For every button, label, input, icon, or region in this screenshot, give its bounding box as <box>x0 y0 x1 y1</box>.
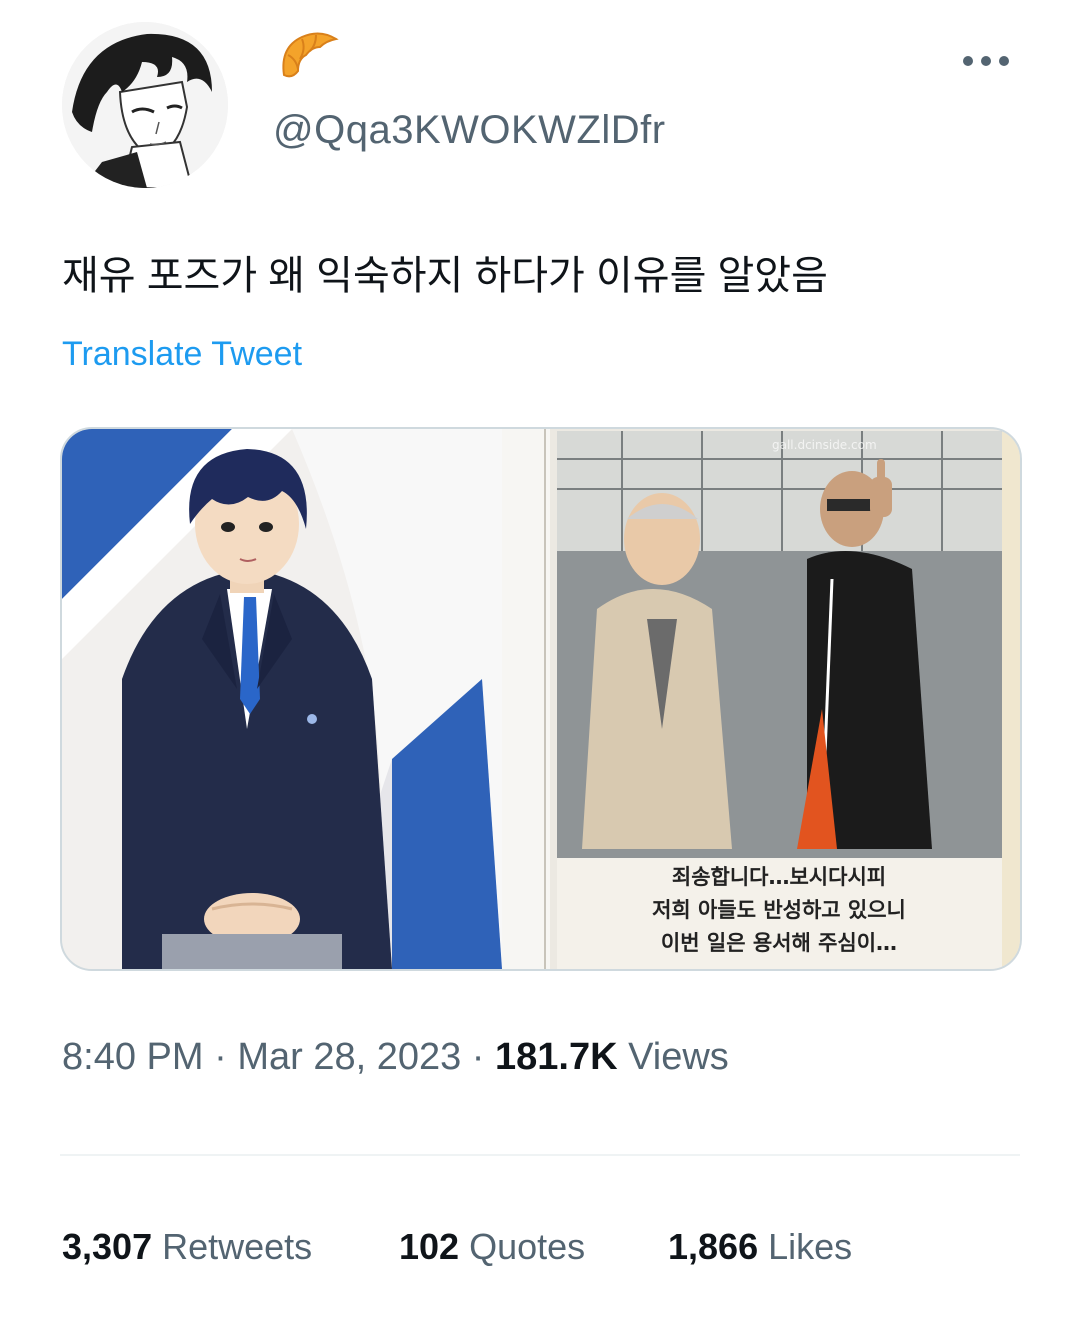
more-dot-icon <box>999 56 1009 66</box>
avatar[interactable] <box>62 22 228 188</box>
tweet-time[interactable]: 8:40 PM <box>62 1036 204 1078</box>
tweet-meta: 8:40 PM · Mar 28, 2023 · 181.7K Views <box>62 1036 729 1079</box>
media-caption: 죄송합니다…보시다시피 저희 아들도 반성하고 있으니 이번 일은 용서해 주심… <box>559 861 999 960</box>
tweet-date[interactable]: Mar 28, 2023 <box>237 1036 461 1078</box>
retweets-count: 3,307 <box>62 1226 153 1267</box>
more-options-button[interactable] <box>956 44 1016 78</box>
meta-separator: · <box>471 1036 485 1078</box>
caption-line: 이번 일은 용서해 주심이… <box>660 931 898 955</box>
views-count: 181.7K <box>495 1036 618 1078</box>
more-dot-icon <box>963 56 973 66</box>
caption-line: 죄송합니다…보시다시피 <box>671 865 887 889</box>
quotes-count: 102 <box>399 1226 460 1267</box>
user-handle[interactable]: @Qqa3KWOKWZlDfr <box>273 108 666 153</box>
caption-line: 저희 아들도 반성하고 있으니 <box>652 898 906 922</box>
quotes-stat[interactable]: 102 Quotes <box>399 1226 585 1268</box>
divider <box>60 1154 1020 1156</box>
retweets-stat[interactable]: 3,307 Retweets <box>62 1226 312 1268</box>
likes-label: Likes <box>768 1226 853 1267</box>
anime-avatar-illustration <box>62 22 228 188</box>
tweet-media-image[interactable]: gall.dcinside.com 죄송합니다…보시다시피 저희 아들도 반성하… <box>60 427 1022 971</box>
watermark-text: gall.dcinside.com <box>772 438 877 452</box>
quotes-label: Quotes <box>469 1226 586 1267</box>
retweets-label: Retweets <box>162 1226 313 1267</box>
translate-tweet-link[interactable]: Translate Tweet <box>62 335 302 374</box>
views-label: Views <box>628 1036 729 1078</box>
more-dot-icon <box>981 56 991 66</box>
likes-count: 1,866 <box>668 1226 759 1267</box>
croissant-icon <box>276 25 342 91</box>
likes-stat[interactable]: 1,866 Likes <box>668 1226 852 1268</box>
meta-separator: · <box>214 1036 227 1078</box>
tweet-text: 재유 포즈가 왜 익숙하지 하다가 이유를 알았음 <box>62 254 828 298</box>
